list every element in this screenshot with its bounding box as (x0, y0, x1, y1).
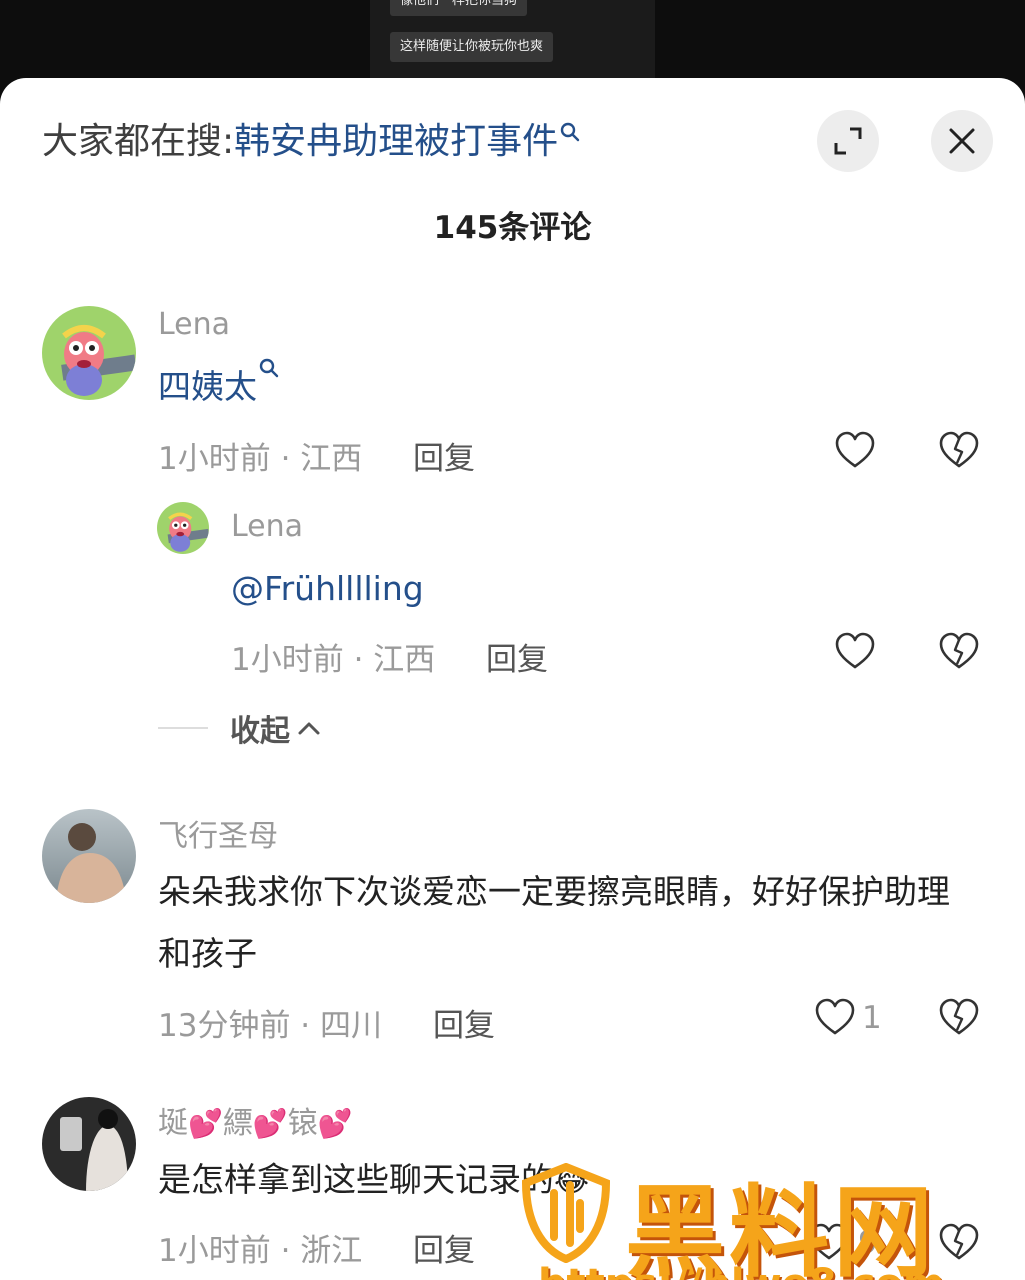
username-part: 埏 (158, 1106, 188, 1141)
username[interactable]: 埏💕縹💕锿💕 (158, 1098, 353, 1142)
search-term-link[interactable]: 四姨太 (158, 367, 257, 406)
sparkling-hearts-icon: 💕 (317, 1107, 353, 1140)
watermark: 黑料网 https://hlwe8.com (520, 1161, 1000, 1280)
cartoon-avatar-image (157, 502, 209, 554)
avatar[interactable] (42, 1097, 136, 1191)
expand-button[interactable] (817, 110, 879, 172)
expand-icon (834, 127, 862, 155)
close-icon (949, 128, 975, 154)
comment-time-location: 1小时前 · 江西 (231, 642, 436, 678)
username[interactable]: Lena (231, 509, 303, 544)
reply-button[interactable]: 回复 (433, 1000, 495, 1045)
heart-icon[interactable] (834, 430, 876, 470)
username[interactable]: 飞行圣母 (158, 811, 278, 855)
search-icon (259, 358, 279, 378)
username[interactable]: Lena (158, 307, 230, 342)
collapse-replies-button[interactable]: 收起 (158, 706, 322, 750)
comment-time-location: 13分钟前 · 四川 (158, 1008, 383, 1044)
shield-logo-icon (521, 1163, 611, 1263)
username-part: 縹 (222, 1106, 253, 1141)
broken-heart-icon[interactable] (938, 631, 980, 671)
comment-text: @Frühlllling (231, 558, 424, 620)
chevron-up-icon (298, 722, 320, 735)
mention-link[interactable]: @Frühlllling (231, 569, 424, 608)
comment-time-location: 1小时前 · 江西 (158, 441, 363, 477)
broken-heart-icon[interactable] (938, 997, 980, 1037)
sparkling-hearts-icon: 💕 (188, 1107, 223, 1140)
reply-button[interactable]: 回复 (413, 1225, 475, 1270)
divider (158, 727, 208, 729)
avatar[interactable] (42, 306, 136, 400)
comment-text: 朵朵我求你下次谈爱恋一定要擦亮眼睛，好好保护助理和孩子 (158, 872, 950, 973)
collapse-label: 收起 (230, 714, 290, 749)
danmaku-message: 像他们一样把你当狗 (390, 0, 528, 16)
like-count: 1 (862, 1000, 882, 1036)
avatar[interactable] (157, 502, 209, 554)
comment-body: 是怎样拿到这些聊天记录的 (158, 1160, 554, 1199)
reply-button[interactable]: 回复 (413, 433, 475, 478)
comment-text: 四姨太 (158, 356, 279, 418)
heart-icon[interactable] (834, 631, 876, 671)
avatar[interactable] (42, 809, 136, 903)
username-part: 锿 (287, 1106, 318, 1141)
search-prefix: 大家都在搜: (42, 121, 235, 162)
broken-heart-icon[interactable] (938, 430, 980, 470)
sparkling-hearts-icon: 💕 (252, 1107, 288, 1140)
photo-avatar-image (42, 1097, 136, 1191)
reply-button[interactable]: 回复 (486, 634, 548, 679)
search-icon (560, 122, 580, 142)
comment-count: 145条评论 (433, 210, 592, 246)
trending-search[interactable]: 大家都在搜:韩安冉助理被打事件 (42, 120, 580, 164)
comments-sheet: 大家都在搜:韩安冉助理被打事件 145条评论 Lena 四姨太 1小时前 · 江… (0, 78, 1025, 1280)
close-button[interactable] (931, 110, 993, 172)
danmaku-message: 这样随便让你被玩你也爽 (390, 32, 554, 62)
watermark-url: https://hlwe8.com (538, 1261, 945, 1280)
cartoon-avatar-image (42, 306, 136, 400)
heart-icon[interactable] (814, 997, 856, 1037)
search-term-link[interactable]: 韩安冉助理被打事件 (234, 121, 558, 162)
comment-time-location: 1小时前 · 浙江 (158, 1233, 363, 1269)
photo-avatar-image (42, 809, 136, 903)
